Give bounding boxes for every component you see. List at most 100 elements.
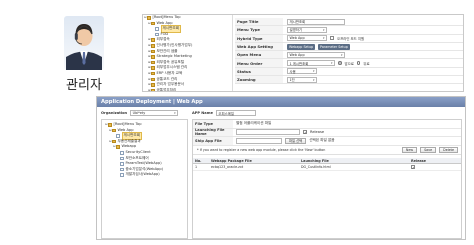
zooming-value: 1단 bbox=[289, 78, 295, 83]
page-icon bbox=[155, 27, 159, 31]
row-web-app-setting: Web App Setting Webapp Setup Parameter S… bbox=[235, 42, 463, 52]
page-icon bbox=[120, 167, 124, 172]
organization-value: Ubi*ety bbox=[132, 111, 146, 115]
app-deployment-window: Application Deployment | Web App Organiz… bbox=[96, 96, 466, 240]
row-launching-file: Launching File Name ✓ Release bbox=[193, 128, 461, 138]
row-file-type: File Type 별첨 어플리케이션 파일 bbox=[193, 120, 461, 129]
menu-type-value: 설명하기 bbox=[289, 28, 302, 33]
deployment-tree: ⊟ [Root]Menu Top ⊟ Web App 게시판조회 ⊟ 부동산제출결과 ⊟ Web… bbox=[101, 119, 188, 239]
app-name-label: APP Name bbox=[192, 111, 213, 115]
open-menu-value: Web App bbox=[289, 52, 305, 57]
folder-icon bbox=[108, 123, 112, 127]
folder-icon bbox=[112, 139, 116, 144]
delete-button[interactable]: Delete bbox=[439, 146, 458, 153]
menu-order-value: 1 게시판조회 bbox=[289, 61, 309, 66]
row-status: Status 사용 bbox=[235, 67, 463, 77]
release-row-checkbox[interactable]: ✓ bbox=[411, 164, 415, 170]
app-name-bar: APP Name 오피스메일 bbox=[192, 110, 256, 116]
cell-launch: DG_Custlinfo.html bbox=[299, 163, 409, 172]
hybrid-type-select[interactable]: Web App bbox=[287, 35, 327, 42]
row-zooming: Zooming 1단 bbox=[235, 76, 463, 85]
open-menu-select[interactable]: Web App bbox=[287, 51, 345, 58]
menu-settings-window: ⊟ [Root]Menu Top ⊟ Web App 게시판조회 FOD ⊞ 외부접속 ⊞ 인사평… bbox=[142, 14, 464, 92]
order-after-label: 뒤로 bbox=[363, 61, 370, 66]
zooming-label: Zooming bbox=[235, 76, 283, 84]
folder-icon bbox=[147, 16, 151, 20]
page-icon bbox=[120, 162, 124, 166]
row-hybrid-type: Hybrid Type Web App 오프라인 모드 지원 bbox=[235, 34, 463, 43]
folder-icon bbox=[151, 55, 155, 59]
folder-icon bbox=[151, 44, 155, 48]
organization-bar: Organization Ubi*ety bbox=[101, 110, 179, 116]
cell-no: 1 bbox=[193, 163, 209, 172]
file-type-value: 별첨 어플리케이션 파일 bbox=[236, 121, 272, 126]
folder-icon bbox=[151, 88, 155, 91]
cell-package: ecbq123_oracle.zxt bbox=[209, 163, 299, 172]
save-button[interactable]: Save bbox=[420, 146, 437, 153]
tree-item-label: 개발자검사(WebApp) bbox=[125, 172, 160, 177]
web-app-setting-label: Web App Setting bbox=[235, 42, 283, 51]
folder-icon bbox=[151, 21, 155, 26]
app-name-input[interactable]: 오피스메일 bbox=[215, 110, 256, 116]
folder-icon bbox=[151, 71, 155, 76]
order-after-radio[interactable] bbox=[356, 61, 361, 65]
page-icon bbox=[120, 151, 124, 155]
launching-file-input[interactable] bbox=[236, 129, 300, 136]
menu-type-label: Menu Type bbox=[235, 26, 283, 34]
page-title-input[interactable]: 게시판조회 bbox=[287, 18, 345, 25]
parameter-setup-button[interactable]: Parameter Setup bbox=[318, 43, 350, 50]
menu-tree: ⊟ [Root]Menu Top ⊟ Web App 게시판조회 FOD ⊞ 외부접속 ⊞ 인사평… bbox=[143, 15, 233, 92]
status-label: Status bbox=[235, 67, 283, 76]
new-button[interactable]: New bbox=[401, 146, 418, 153]
deployment-detail: File Type 별첨 어플리케이션 파일 Launching File Na… bbox=[192, 119, 462, 239]
row-page-title: Page Title 게시판조회 bbox=[235, 18, 463, 27]
hybrid-type-label: Hybrid Type bbox=[235, 34, 283, 42]
window-title: Application Deployment | Web App bbox=[97, 97, 465, 107]
menu-order-select[interactable]: 1 게시판조회 bbox=[287, 60, 335, 67]
zooming-select[interactable]: 1단 bbox=[287, 76, 317, 83]
admin-user-icon bbox=[64, 16, 104, 70]
open-menu-label: Open Menu bbox=[235, 51, 283, 59]
launching-file-label: Launching File Name bbox=[193, 128, 233, 136]
folder-icon bbox=[151, 66, 155, 70]
row-menu-order: Menu Order 1 게시판조회 앞으로 뒤로 bbox=[235, 59, 463, 68]
action-bar: * If you want to register a new web app … bbox=[193, 146, 461, 155]
row-menu-type: Menu Type 설명하기 bbox=[235, 26, 463, 35]
file-browse-hint: 선택된 파일 없음 bbox=[309, 138, 335, 143]
offline-mode-checkbox[interactable] bbox=[330, 36, 334, 41]
ship-app-file-label: Ship App File bbox=[193, 137, 233, 145]
file-type-label: File Type bbox=[193, 120, 233, 128]
release-label: Release bbox=[310, 130, 325, 135]
page-title-label: Page Title bbox=[235, 18, 283, 26]
row-open-menu: Open Menu Web App bbox=[235, 51, 463, 60]
ship-app-file-input[interactable] bbox=[236, 137, 282, 144]
order-before-label: 앞으로 bbox=[344, 61, 354, 66]
page-icon bbox=[120, 173, 124, 177]
webapp-setup-button[interactable]: Webapp Setup bbox=[287, 43, 316, 50]
admin-label: 관리자 bbox=[66, 78, 102, 93]
organization-select[interactable]: Ubi*ety bbox=[130, 110, 179, 116]
tree-item[interactable]: ⊞ 공통업무처리 bbox=[143, 87, 232, 92]
menu-type-select[interactable]: 설명하기 bbox=[287, 26, 327, 33]
folder-icon bbox=[116, 145, 120, 149]
tree-item[interactable]: 개발자검사(WebApp) bbox=[104, 172, 185, 178]
order-before-radio[interactable] bbox=[338, 61, 342, 65]
cell-release: ✓ bbox=[409, 163, 461, 172]
row-ship-app-file: Ship App File 파일 선택 선택된 파일 없음 bbox=[193, 137, 461, 146]
page-icon bbox=[116, 134, 120, 138]
folder-icon bbox=[112, 128, 116, 133]
menu-order-label: Menu Order bbox=[235, 59, 283, 67]
status-value: 사용 bbox=[289, 69, 296, 74]
organization-label: Organization bbox=[101, 111, 128, 115]
admin-section: 관리자 bbox=[58, 12, 110, 93]
file-browse-button[interactable]: 파일 선택 bbox=[285, 137, 307, 144]
page-icon bbox=[155, 32, 159, 37]
tree-item-label: 공통업무처리 bbox=[156, 87, 177, 92]
status-select[interactable]: 사용 bbox=[287, 68, 317, 75]
webapp-table: No. Webapp Package File Launching File R… bbox=[193, 157, 461, 172]
release-checkbox[interactable]: ✓ bbox=[303, 130, 307, 135]
register-hint: * If you want to register a new web app … bbox=[197, 147, 326, 152]
table-row[interactable]: 1 ecbq123_oracle.zxt DG_Custlinfo.html ✓ bbox=[193, 163, 461, 172]
folder-icon bbox=[151, 77, 155, 82]
folder-icon bbox=[151, 49, 155, 54]
